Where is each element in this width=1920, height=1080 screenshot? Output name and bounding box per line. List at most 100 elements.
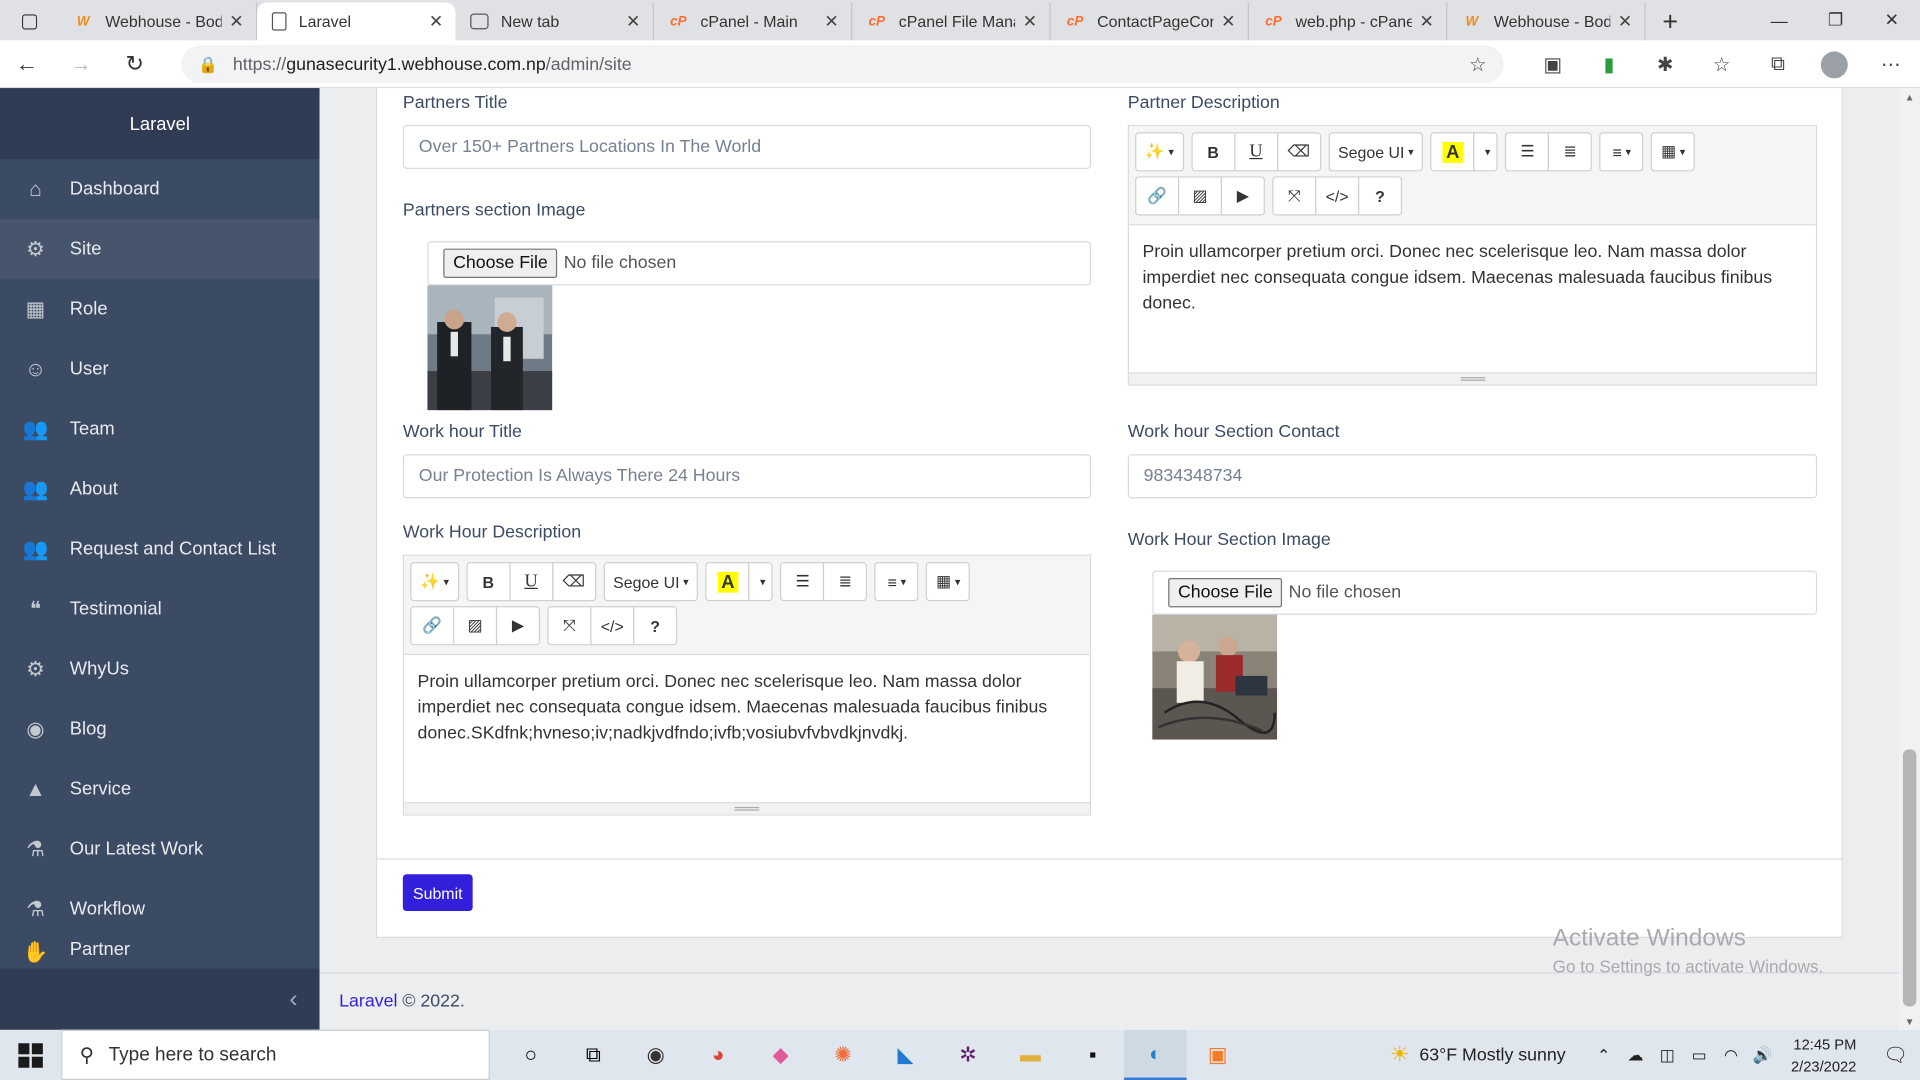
font-family-dropdown[interactable]: Segoe UI ▾ bbox=[603, 562, 699, 602]
browser-tab[interactable]: cP web.php - cPanel ✕ bbox=[1249, 2, 1448, 41]
cortana-icon[interactable]: ○ bbox=[500, 1030, 562, 1080]
work-hour-contact-input[interactable]: 9834348734 bbox=[1127, 454, 1818, 499]
sidebar-item-user[interactable]: ☺ User bbox=[0, 339, 320, 399]
extension-icon[interactable]: ▣ bbox=[1525, 52, 1581, 76]
browser-tab[interactable]: cP cPanel - Main ✕ bbox=[654, 2, 853, 41]
image-icon[interactable]: ▨ bbox=[1177, 176, 1223, 216]
editor-resize-handle[interactable] bbox=[404, 802, 1090, 815]
sidebar-item-workflow[interactable]: ⚗ Workflow bbox=[0, 879, 320, 939]
align-icon[interactable]: ≡ ▾ bbox=[874, 562, 919, 602]
profile-avatar[interactable] bbox=[1806, 50, 1862, 78]
taskbar-clock[interactable]: 12:45 PM 2/23/2022 bbox=[1791, 1033, 1856, 1077]
notification-center-icon[interactable]: 🗨 bbox=[1871, 1043, 1920, 1067]
work-hour-title-input[interactable]: Our Protection Is Always There 24 Hours bbox=[402, 454, 1092, 499]
underline-button[interactable]: U bbox=[509, 562, 554, 602]
edge-icon[interactable]: ◐ bbox=[1124, 1029, 1187, 1080]
eraser-icon[interactable]: ⌫ bbox=[551, 562, 596, 602]
wifi-icon[interactable]: ◠ bbox=[1715, 1045, 1747, 1065]
browser-tab[interactable]: cP cPanel File Manag ✕ bbox=[852, 2, 1051, 41]
highlight-color-button[interactable]: A bbox=[1430, 132, 1475, 172]
postman-icon[interactable]: ✺ bbox=[812, 1030, 874, 1080]
sidebar-item-request-contact[interactable]: 👥 Request and Contact List bbox=[0, 519, 320, 579]
sidebar-item-role[interactable]: ▦ Role bbox=[0, 279, 320, 339]
page-scrollbar[interactable]: ▲ ▼ bbox=[1899, 88, 1920, 1030]
close-tab-icon[interactable]: ✕ bbox=[626, 11, 640, 32]
obs-icon[interactable]: ◉ bbox=[624, 1030, 686, 1080]
back-icon[interactable]: ← bbox=[0, 40, 54, 88]
color-dropdown-icon[interactable]: ▾ bbox=[1473, 132, 1499, 172]
table-icon[interactable]: ▦ ▾ bbox=[1651, 132, 1696, 172]
editor-resize-handle[interactable] bbox=[1128, 372, 1816, 385]
link-icon[interactable]: 🔗 bbox=[1135, 176, 1180, 216]
minimize-icon[interactable]: — bbox=[1751, 0, 1807, 40]
sidebar-item-testimonial[interactable]: ❝ Testimonial bbox=[0, 579, 320, 639]
choose-file-button[interactable]: Choose File bbox=[443, 248, 558, 278]
table-icon[interactable]: ▦ ▾ bbox=[926, 562, 971, 602]
partners-title-input[interactable]: Over 150+ Partners Locations In The Worl… bbox=[402, 124, 1092, 169]
sidebar-item-team[interactable]: 👥 Team bbox=[0, 399, 320, 459]
volume-icon[interactable]: 🔊 bbox=[1747, 1045, 1779, 1065]
close-tab-icon[interactable]: ✕ bbox=[429, 11, 443, 32]
browser-tab[interactable]: cP ContactPageCont ✕ bbox=[1051, 2, 1249, 41]
vscode-icon[interactable]: ◣ bbox=[874, 1030, 936, 1080]
video-icon[interactable]: ▶ bbox=[1220, 176, 1265, 216]
slack-icon[interactable]: ✲ bbox=[937, 1030, 999, 1080]
sidebar-item-latest-work[interactable]: ⚗ Our Latest Work bbox=[0, 819, 320, 879]
forward-icon[interactable]: → bbox=[54, 40, 108, 88]
highlight-color-button[interactable]: A bbox=[705, 562, 750, 602]
unordered-list-icon[interactable]: ☰ bbox=[780, 562, 825, 602]
extensions-puzzle-icon[interactable]: ✱ bbox=[1637, 52, 1693, 76]
favorites-icon[interactable]: ☆ bbox=[1693, 52, 1749, 76]
close-tab-icon[interactable]: ✕ bbox=[229, 11, 243, 32]
maximize-icon[interactable]: ❐ bbox=[1807, 0, 1863, 40]
taskbar-search-input[interactable]: ⚲ Type here to search bbox=[61, 1029, 490, 1080]
choose-file-button[interactable]: Choose File bbox=[1168, 577, 1283, 608]
task-view-icon[interactable]: ⧉ bbox=[562, 1030, 624, 1080]
close-tab-icon[interactable]: ✕ bbox=[824, 11, 838, 32]
scroll-down-icon[interactable]: ▼ bbox=[1899, 1013, 1920, 1030]
sidebar-item-partner[interactable]: ✋ Partner bbox=[0, 939, 320, 966]
align-icon[interactable]: ≡ ▾ bbox=[1599, 132, 1644, 172]
image-icon[interactable]: ▨ bbox=[453, 606, 498, 646]
ordered-list-icon[interactable]: ≣ bbox=[823, 562, 868, 602]
file-explorer-icon[interactable]: ▬ bbox=[999, 1030, 1061, 1080]
magic-style-icon[interactable]: ✨ ▾ bbox=[410, 562, 459, 602]
close-tab-icon[interactable]: ✕ bbox=[1023, 11, 1037, 32]
bold-button[interactable]: B bbox=[1191, 132, 1236, 172]
code-view-button[interactable]: </> bbox=[590, 606, 635, 646]
sidebar-item-whyus[interactable]: ⚙ WhyUs bbox=[0, 639, 320, 699]
sidebar-item-service[interactable]: ▲ Service bbox=[0, 759, 320, 819]
fullscreen-icon[interactable]: ⤧ bbox=[547, 606, 592, 646]
pycharm-icon[interactable]: ▪ bbox=[1062, 1030, 1124, 1080]
browser-tab[interactable]: W Webhouse - Body ✕ bbox=[1447, 2, 1646, 41]
unordered-list-icon[interactable]: ☰ bbox=[1505, 132, 1550, 172]
scroll-up-icon[interactable]: ▲ bbox=[1899, 88, 1920, 105]
link-icon[interactable]: 🔗 bbox=[410, 606, 455, 646]
start-button[interactable] bbox=[0, 1030, 61, 1080]
font-family-dropdown[interactable]: Segoe UI ▾ bbox=[1328, 132, 1424, 172]
close-tab-icon[interactable]: ✕ bbox=[1420, 11, 1434, 32]
close-tab-icon[interactable]: ✕ bbox=[1618, 11, 1632, 32]
favorite-star-icon[interactable]: ☆ bbox=[1469, 52, 1487, 76]
collections-icon[interactable]: ⧉ bbox=[1750, 53, 1806, 75]
close-tab-icon[interactable]: ✕ bbox=[1221, 11, 1235, 32]
sidebar-minimize-button[interactable]: ‹ bbox=[0, 968, 320, 1030]
sidebar-item-dashboard[interactable]: ⌂ Dashboard bbox=[0, 159, 320, 219]
more-menu-icon[interactable]: ⋯ bbox=[1862, 52, 1918, 76]
battery-icon[interactable]: ▭ bbox=[1683, 1045, 1715, 1065]
magic-style-icon[interactable]: ✨ ▾ bbox=[1135, 132, 1184, 172]
eraser-icon[interactable]: ⌫ bbox=[1276, 132, 1321, 172]
weather-widget[interactable]: ☀ 63°F Mostly sunny bbox=[1390, 1042, 1566, 1068]
chevron-up-icon[interactable]: ⌃ bbox=[1588, 1045, 1620, 1065]
reload-icon[interactable]: ↻ bbox=[108, 40, 162, 88]
close-window-icon[interactable]: ✕ bbox=[1864, 0, 1920, 40]
browser-tab[interactable]: New tab ✕ bbox=[456, 2, 654, 41]
footer-laravel-link[interactable]: Laravel bbox=[339, 992, 397, 1012]
video-icon[interactable]: ▶ bbox=[495, 606, 541, 646]
sidebar-item-blog[interactable]: ◉ Blog bbox=[0, 699, 320, 759]
onedrive-icon[interactable]: ☁ bbox=[1620, 1045, 1652, 1065]
sidebar-item-about[interactable]: 👥 About bbox=[0, 459, 320, 519]
ordered-list-icon[interactable]: ≣ bbox=[1548, 132, 1593, 172]
editor-content[interactable]: Proin ullamcorper pretium orci. Donec ne… bbox=[1129, 225, 1816, 332]
sidebar-brand[interactable]: Laravel bbox=[0, 88, 320, 160]
